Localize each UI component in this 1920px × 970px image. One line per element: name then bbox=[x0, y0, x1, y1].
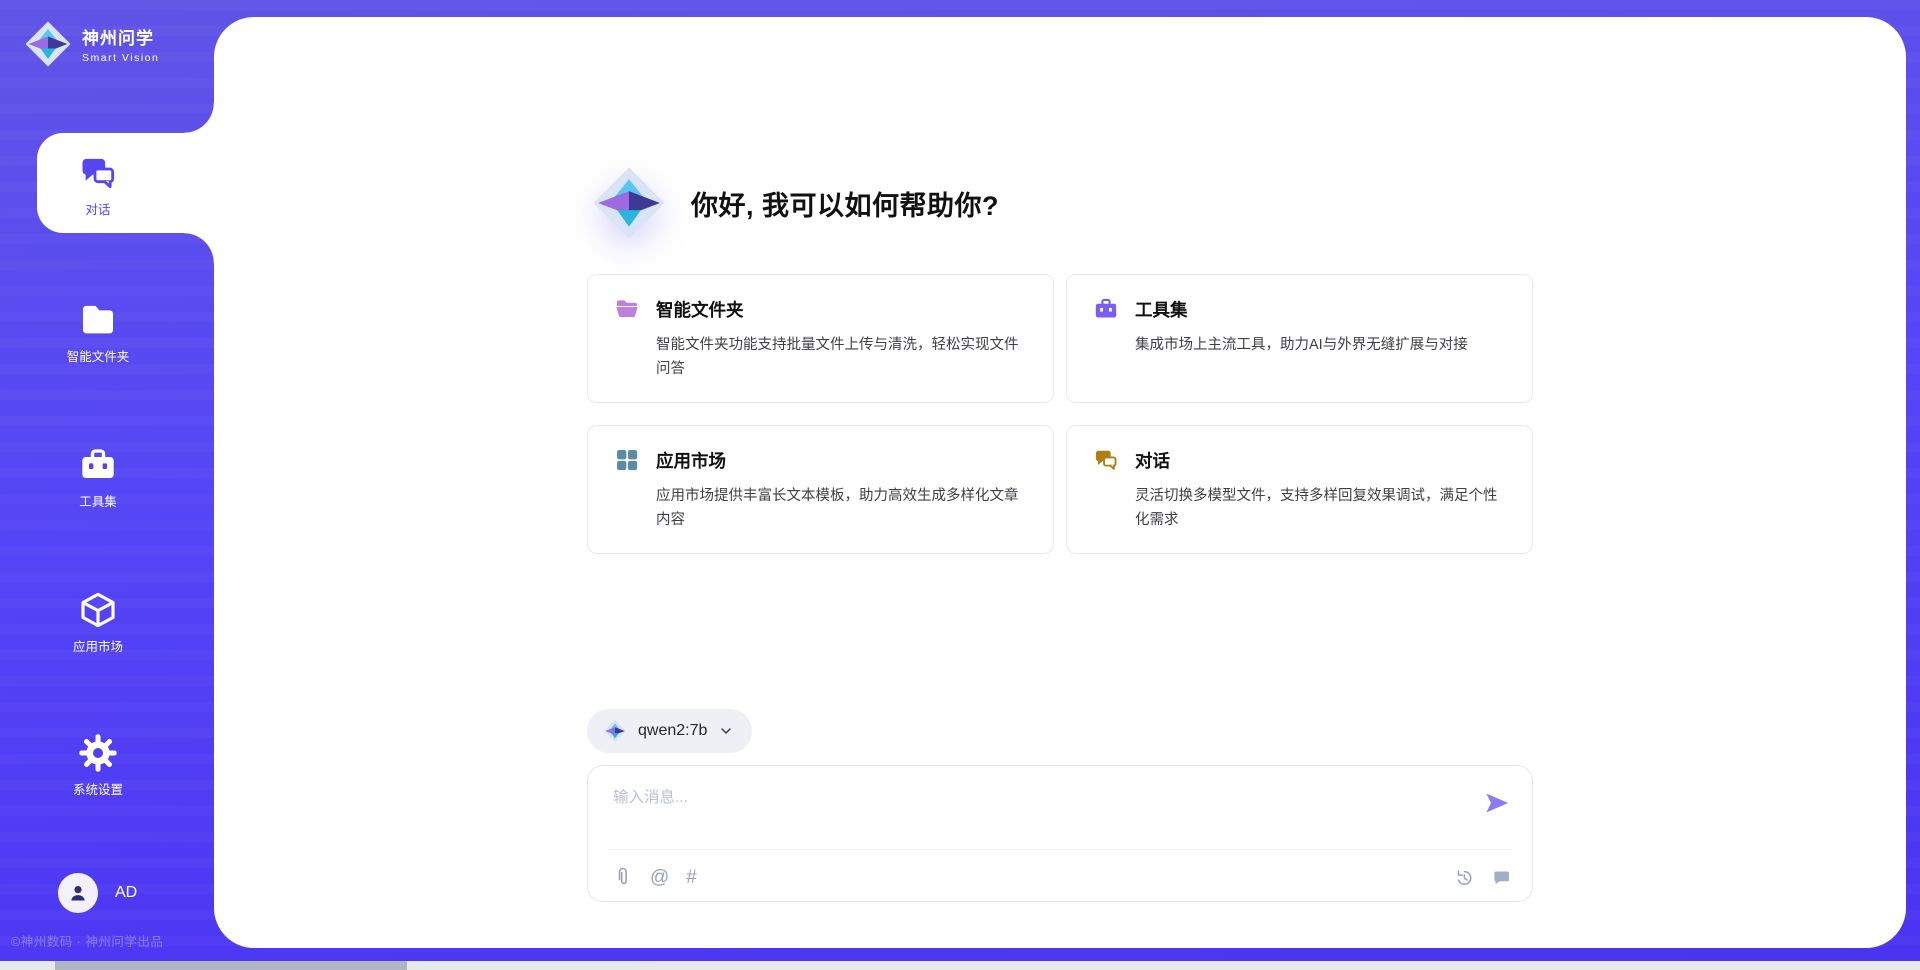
brand-name: 神州问学 bbox=[82, 24, 159, 49]
copyright-text: ©神州数码 · 神州问学出品 bbox=[11, 931, 221, 950]
paperclip-icon[interactable] bbox=[613, 866, 633, 888]
sidebar: 神州问学 Smart Vision 对话 智能文件夹 bbox=[0, 0, 214, 970]
cube-icon bbox=[78, 590, 118, 630]
chevron-down-icon bbox=[718, 723, 734, 739]
card-description: 集成市场上主流工具，助力AI与外界无缝扩展与对接 bbox=[1135, 333, 1506, 357]
brand-subtitle: Smart Vision bbox=[82, 52, 159, 64]
card-smart-folder[interactable]: 智能文件夹 智能文件夹功能支持批量文件上传与清洗，轻松实现文件问答 bbox=[587, 274, 1054, 403]
app-root: 神州问学 Smart Vision 对话 智能文件夹 bbox=[0, 0, 1920, 970]
sidebar-item-label: 应用市场 bbox=[0, 636, 196, 655]
at-icon[interactable]: @ bbox=[650, 868, 669, 887]
folder-open-icon bbox=[614, 296, 640, 322]
chat-bubbles-icon bbox=[78, 153, 118, 193]
brand-logo-icon bbox=[24, 20, 72, 68]
card-app-market[interactable]: 应用市场 应用市场提供丰富长文本模板，助力高效生成多样化文章内容 bbox=[587, 425, 1054, 554]
card-description: 灵活切换多模型文件，支持多样回复效果调试，满足个性化需求 bbox=[1135, 484, 1506, 533]
composer-divider bbox=[608, 849, 1512, 850]
greeting-text: 你好, 我可以如何帮助你? bbox=[691, 184, 999, 223]
toolbox-icon bbox=[78, 445, 118, 485]
sidebar-item-label: 智能文件夹 bbox=[0, 346, 196, 365]
gear-icon bbox=[78, 733, 118, 773]
sidebar-item-label: 工具集 bbox=[0, 491, 196, 510]
sidebar-item-toolkit[interactable]: 工具集 bbox=[0, 425, 196, 525]
card-description: 应用市场提供丰富长文本模板，助力高效生成多样化文章内容 bbox=[656, 484, 1027, 533]
card-title: 应用市场 bbox=[656, 448, 726, 473]
sidebar-item-chat[interactable]: 对话 bbox=[0, 133, 196, 233]
message-input[interactable] bbox=[588, 766, 1532, 830]
model-selector[interactable]: qwen2:7b bbox=[587, 709, 752, 753]
feature-cards: 智能文件夹 智能文件夹功能支持批量文件上传与清洗，轻松实现文件问答 工具集 bbox=[587, 274, 1533, 554]
active-tab-fillet-top bbox=[184, 103, 214, 133]
card-toolkit[interactable]: 工具集 集成市场上主流工具，助力AI与外界无缝扩展与对接 bbox=[1066, 274, 1533, 403]
brand: 神州问学 Smart Vision bbox=[24, 20, 159, 68]
model-logo-icon bbox=[603, 719, 627, 743]
scrollbar-thumb[interactable] bbox=[55, 961, 407, 970]
toolbox-icon bbox=[1093, 296, 1119, 322]
card-description: 智能文件夹功能支持批量文件上传与清洗，轻松实现文件问答 bbox=[656, 333, 1027, 382]
send-icon[interactable] bbox=[1482, 788, 1512, 818]
person-icon bbox=[66, 881, 90, 905]
user-name: AD bbox=[115, 884, 137, 902]
sidebar-item-label: 对话 bbox=[0, 199, 196, 218]
sidebar-item-label: 系统设置 bbox=[0, 779, 196, 798]
user-profile[interactable]: AD bbox=[58, 873, 137, 913]
horizontal-scrollbar bbox=[0, 961, 1920, 970]
folder-icon bbox=[78, 300, 118, 340]
model-name: qwen2:7b bbox=[638, 722, 707, 740]
sidebar-item-settings[interactable]: 系统设置 bbox=[0, 713, 196, 813]
main-panel: 你好, 我可以如何帮助你? 智能文件夹 智能文件夹功能支持批量文件上传与清洗，轻… bbox=[214, 17, 1906, 948]
sidebar-item-smart-folder[interactable]: 智能文件夹 bbox=[0, 280, 196, 380]
assistant-logo-icon bbox=[591, 165, 667, 241]
card-title: 智能文件夹 bbox=[656, 297, 744, 322]
history-icon[interactable] bbox=[1453, 867, 1474, 888]
hash-icon[interactable]: # bbox=[686, 868, 697, 887]
sidebar-item-app-market[interactable]: 应用市场 bbox=[0, 570, 196, 670]
card-title: 对话 bbox=[1135, 448, 1170, 473]
active-tab-fillet-bottom bbox=[184, 233, 214, 263]
message-composer: @ # bbox=[587, 765, 1533, 902]
card-title: 工具集 bbox=[1135, 297, 1188, 322]
grid-icon bbox=[614, 447, 640, 473]
greeting: 你好, 我可以如何帮助你? bbox=[587, 165, 1533, 241]
card-chat[interactable]: 对话 灵活切换多模型文件，支持多样回复效果调试，满足个性化需求 bbox=[1066, 425, 1533, 554]
avatar bbox=[58, 873, 98, 913]
message-icon[interactable] bbox=[1491, 867, 1512, 888]
chat-bubbles-icon bbox=[1093, 447, 1119, 473]
